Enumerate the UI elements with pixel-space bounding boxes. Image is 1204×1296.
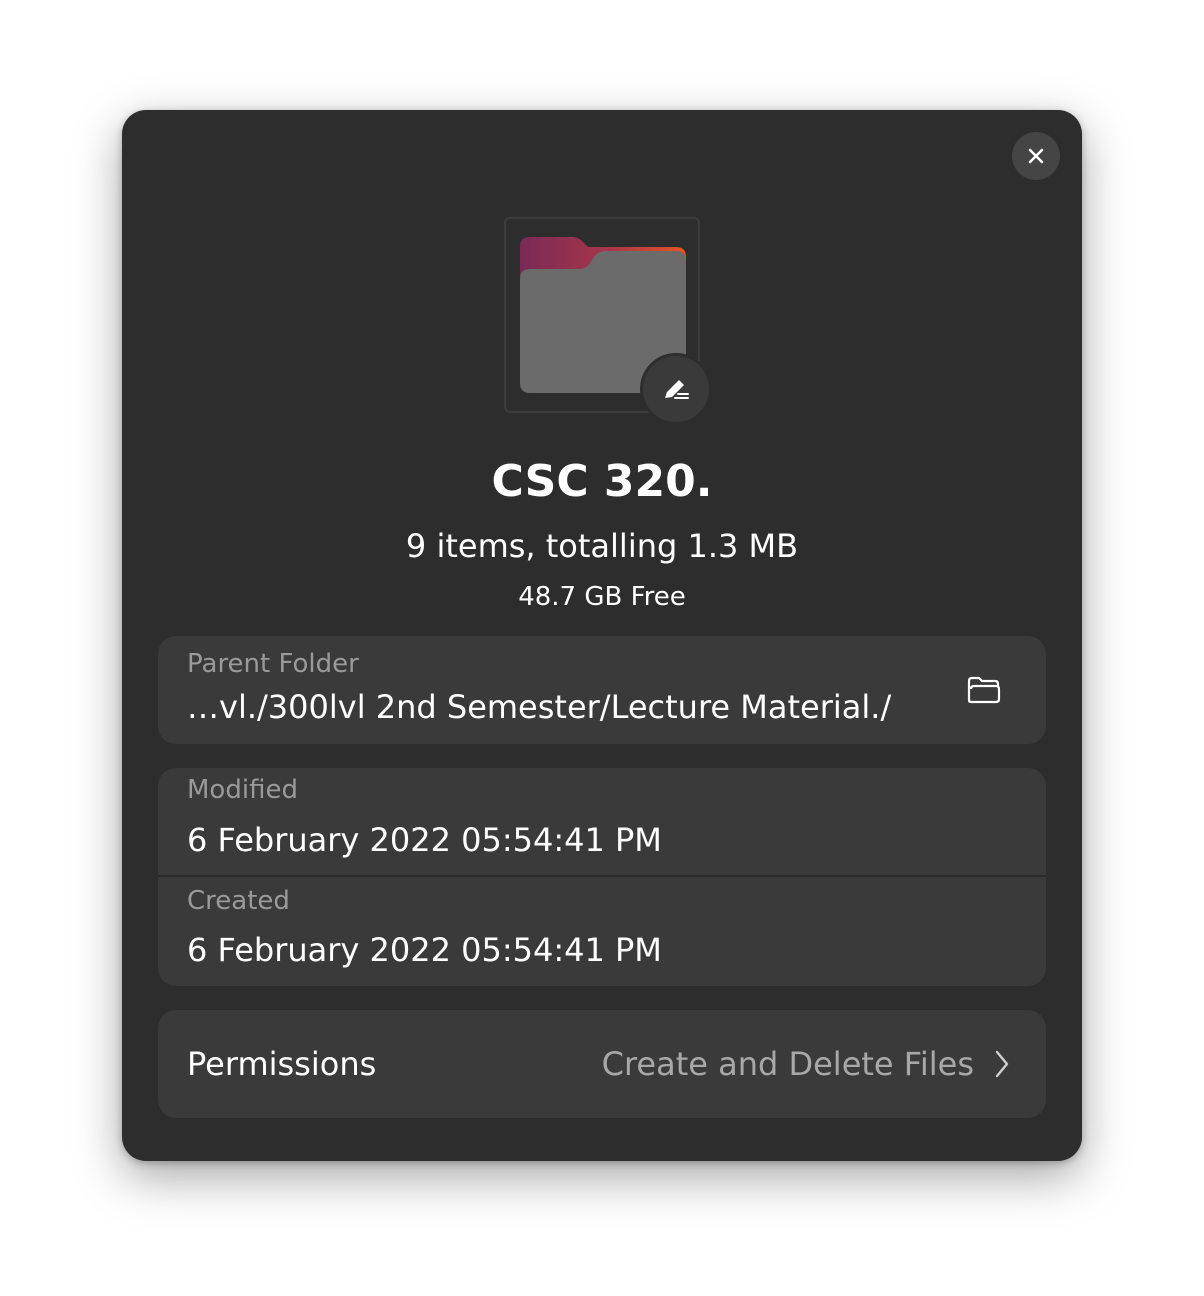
divider	[158, 875, 1046, 877]
dates-group: Modified 6 February 2022 05:54:41 PM Cre…	[158, 768, 1046, 986]
modified-value: 6 February 2022 05:54:41 PM	[187, 821, 662, 859]
created-label: Created	[187, 886, 290, 916]
chevron-right-icon	[995, 1050, 1009, 1078]
permissions-value: Create and Delete Files	[601, 1045, 974, 1083]
edit-pencil-icon	[665, 380, 689, 399]
free-space: 48.7 GB Free	[518, 582, 686, 612]
permissions-label: Permissions	[187, 1045, 377, 1083]
properties-dialog: CSC 320. 9 items, totalling 1.3 MB 48.7 …	[122, 110, 1082, 1161]
open-parent-folder-button[interactable]	[954, 666, 1014, 714]
close-button[interactable]	[1012, 132, 1060, 180]
change-icon-button[interactable]	[640, 353, 712, 425]
folder-name: CSC 320.	[491, 456, 713, 507]
modified-label: Modified	[187, 775, 298, 805]
created-value: 6 February 2022 05:54:41 PM	[187, 931, 662, 969]
permissions-row[interactable]: Permissions Create and Delete Files	[158, 1010, 1046, 1118]
parent-folder-row: Parent Folder …vl./300lvl 2nd Semester/L…	[158, 636, 1046, 744]
folder-summary: 9 items, totalling 1.3 MB	[405, 527, 799, 565]
open-folder-icon	[967, 676, 1001, 704]
close-icon	[1028, 148, 1044, 164]
parent-folder-path: …vl./300lvl 2nd Semester/Lecture Materia…	[187, 688, 892, 726]
parent-folder-label: Parent Folder	[187, 649, 359, 679]
